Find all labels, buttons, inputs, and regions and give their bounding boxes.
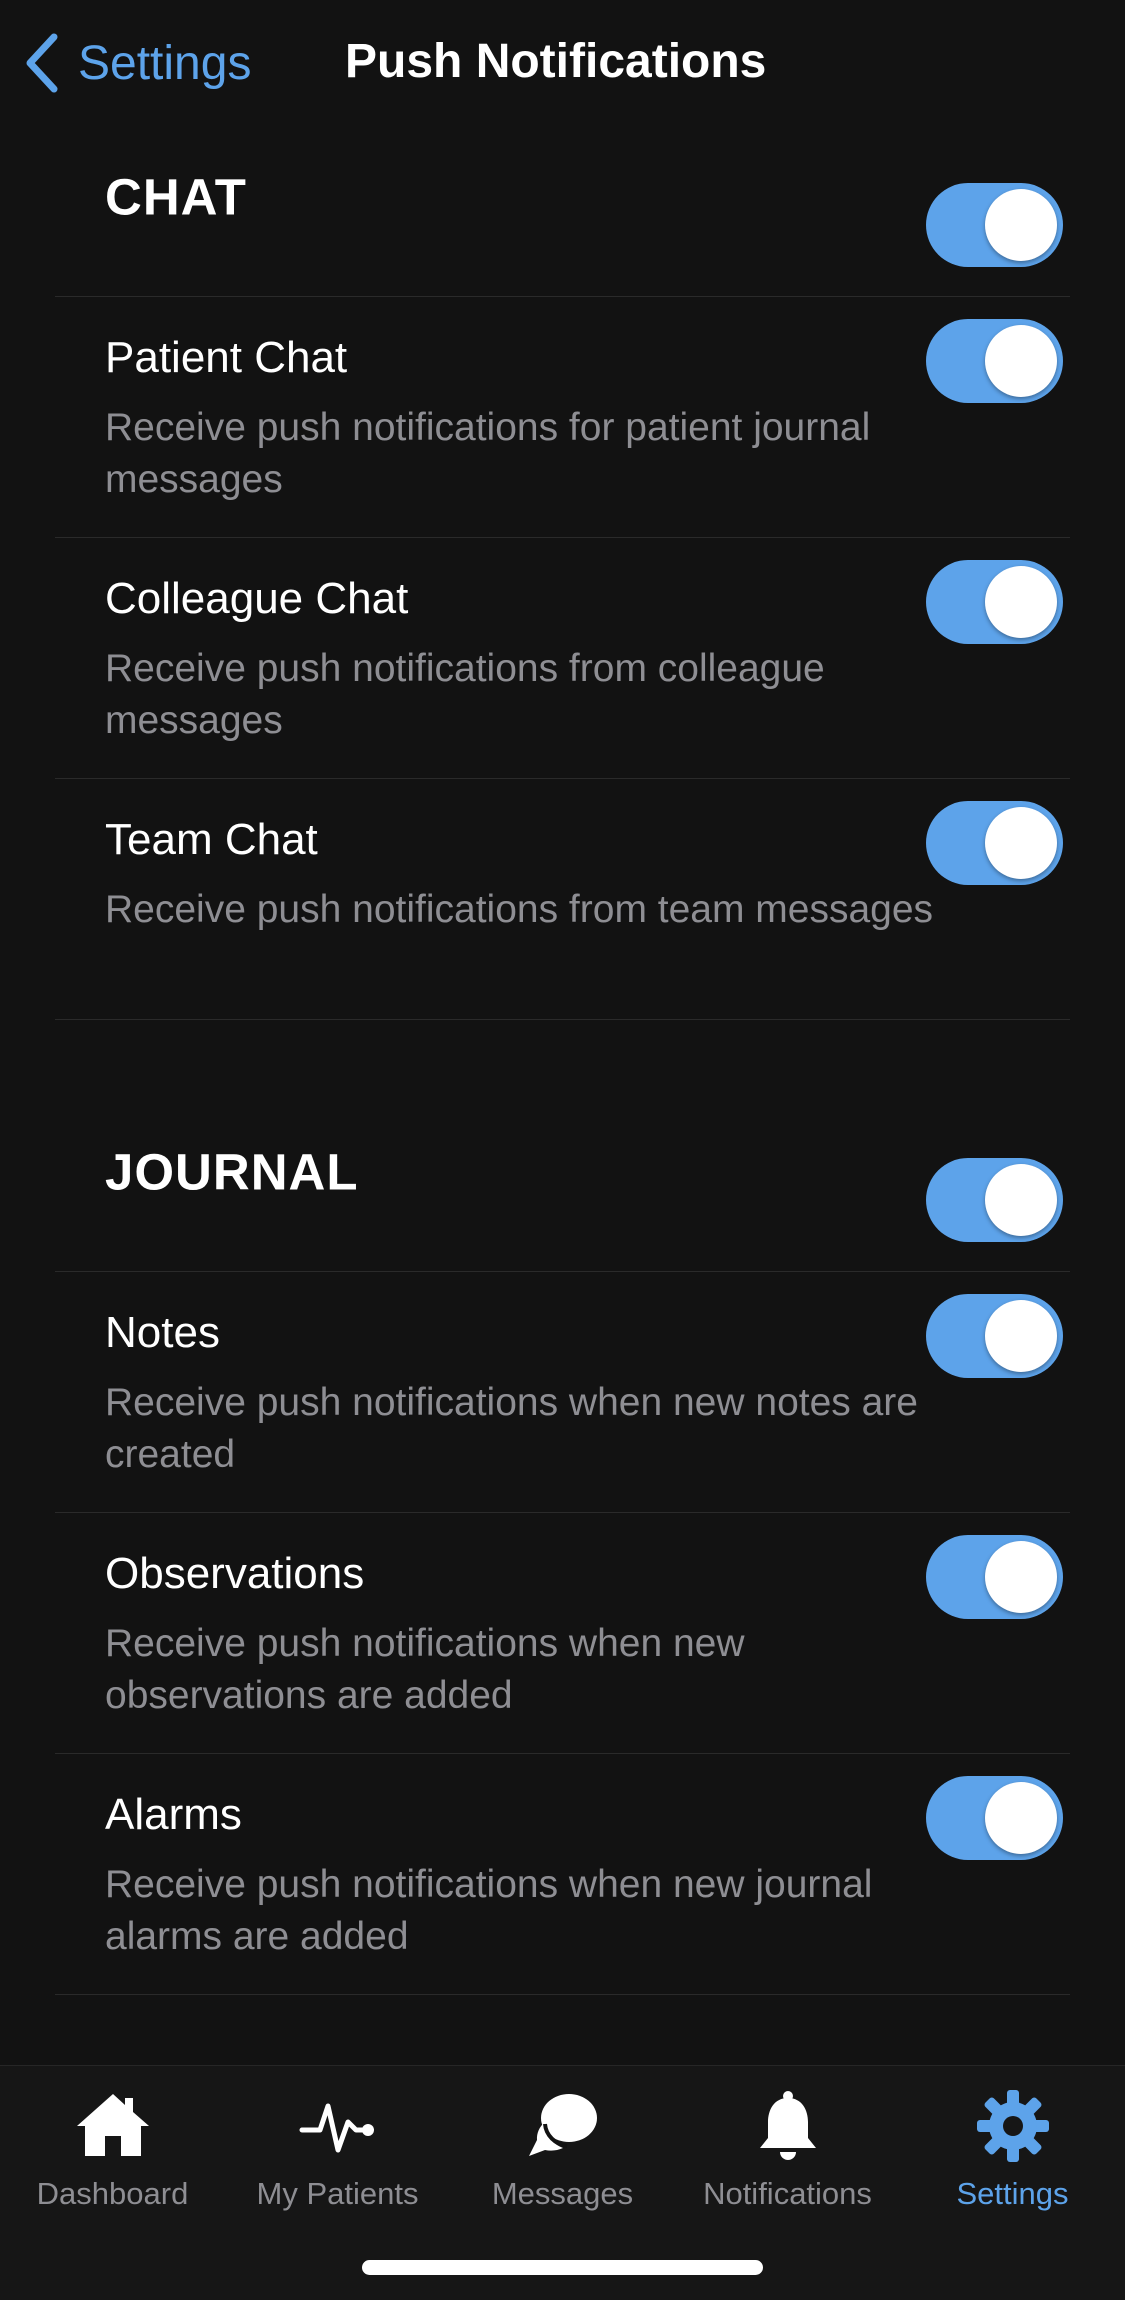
journal-section-toggle[interactable] [926, 1158, 1063, 1242]
tab-settings[interactable]: Settings [900, 2066, 1125, 2236]
tab-label: My Patients [256, 2176, 419, 2211]
chevron-left-icon [22, 31, 62, 95]
toggle-knob [985, 189, 1057, 261]
chat-bubbles-icon [523, 2086, 603, 2166]
section-header-chat: CHAT [55, 125, 1070, 297]
observations-toggle[interactable] [926, 1535, 1063, 1619]
setting-description: Receive push notifications when new jour… [105, 1863, 873, 1958]
section-title: JOURNAL [105, 1143, 359, 1201]
setting-title: Patient Chat [105, 333, 348, 382]
setting-description: Receive push notifications from team mes… [105, 888, 934, 931]
toggle-knob [985, 1541, 1057, 1613]
chat-section-toggle[interactable] [926, 183, 1063, 267]
setting-row-observations: Observations Receive push notifications … [55, 1513, 1070, 1754]
colleague-chat-toggle[interactable] [926, 560, 1063, 644]
tab-label: Settings [956, 2176, 1069, 2211]
team-chat-toggle[interactable] [926, 801, 1063, 885]
setting-title: Alarms [105, 1790, 242, 1839]
notes-toggle[interactable] [926, 1294, 1063, 1378]
push-notifications-screen: Settings Push Notifications CHAT Patient… [0, 0, 1125, 2300]
tab-messages[interactable]: Messages [450, 2066, 675, 2236]
tab-label: Dashboard [36, 2176, 189, 2211]
setting-title: Observations [105, 1549, 365, 1598]
toggle-knob [985, 325, 1057, 397]
setting-row-notes: Notes Receive push notifications when ne… [55, 1272, 1070, 1513]
bell-icon [748, 2086, 828, 2166]
home-icon [73, 2086, 153, 2166]
toggle-knob [985, 566, 1057, 638]
setting-description: Receive push notifications for patient j… [105, 406, 871, 501]
setting-description: Receive push notifications from colleagu… [105, 647, 825, 742]
setting-description: Receive push notifications when new note… [105, 1381, 918, 1476]
alarms-toggle[interactable] [926, 1776, 1063, 1860]
back-button[interactable]: Settings [22, 28, 251, 98]
home-indicator [362, 2260, 763, 2275]
setting-row-colleague-chat: Colleague Chat Receive push notification… [55, 538, 1070, 779]
toggle-knob [985, 1782, 1057, 1854]
setting-row-alarms: Alarms Receive push notifications when n… [55, 1754, 1070, 1995]
tab-my-patients[interactable]: My Patients [225, 2066, 450, 2236]
patient-chat-toggle[interactable] [926, 319, 1063, 403]
tab-notifications[interactable]: Notifications [675, 2066, 900, 2236]
section-title: CHAT [105, 168, 247, 226]
tab-dashboard[interactable]: Dashboard [0, 2066, 225, 2236]
setting-description: Receive push notifications when new obse… [105, 1622, 745, 1717]
setting-row-team-chat: Team Chat Receive push notifications fro… [55, 779, 1070, 1020]
gear-icon [973, 2086, 1053, 2166]
tab-label: Notifications [703, 2176, 872, 2211]
setting-title: Notes [105, 1308, 220, 1357]
nav-header: Settings Push Notifications [0, 0, 1125, 125]
heartbeat-icon [298, 2086, 378, 2166]
tab-label: Messages [491, 2176, 634, 2211]
back-label: Settings [78, 36, 252, 90]
toggle-knob [985, 1164, 1057, 1236]
toggle-knob [985, 807, 1057, 879]
toggle-knob [985, 1300, 1057, 1372]
setting-title: Colleague Chat [105, 574, 409, 623]
page-title: Push Notifications [345, 35, 767, 88]
section-header-journal: JOURNAL [55, 1100, 1070, 1272]
setting-row-patient-chat: Patient Chat Receive push notifications … [55, 297, 1070, 538]
setting-title: Team Chat [105, 815, 318, 864]
settings-list: CHAT Patient Chat Receive push notificat… [55, 125, 1070, 1995]
